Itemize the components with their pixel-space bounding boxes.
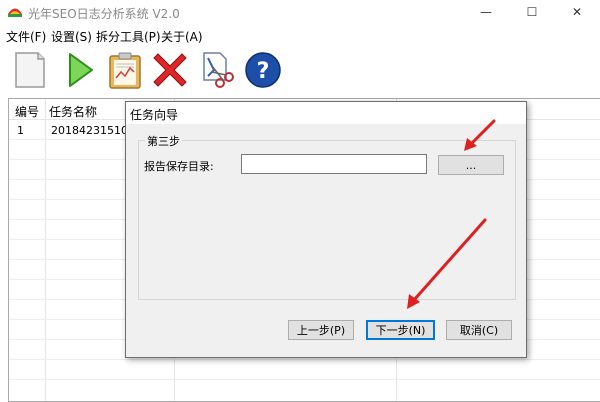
help-icon[interactable]: ? [243,50,283,90]
delete-icon[interactable] [150,50,190,90]
clipboard-report-icon[interactable] [105,50,145,90]
next-step-button[interactable]: 下一步(N) [366,320,435,340]
toolbar: ? [0,46,600,94]
menu-bar: 文件(F) 设置(S) 拆分工具(P) 关于(A) [0,26,600,44]
split-tool-icon[interactable] [196,50,236,90]
step-label: 第三步 [145,133,182,149]
browse-button[interactable]: ... [438,155,504,175]
app-logo-icon [8,8,22,17]
report-dir-input[interactable] [241,154,427,174]
prev-step-button[interactable]: 上一步(P) [288,320,354,340]
dialog-title: 任务向导 [130,108,179,122]
row-divider [9,379,600,380]
menu-file[interactable]: 文件(F) [6,28,46,45]
run-icon[interactable] [60,50,100,90]
column-divider [45,99,46,401]
window-title: 光年SEO日志分析系统 V2.0 [28,7,180,21]
cancel-button[interactable]: 取消(C) [446,320,512,340]
new-file-icon[interactable] [10,50,50,90]
menu-split-tools[interactable]: 拆分工具(P) [96,28,161,45]
column-task-name[interactable]: 任务名称 [49,103,97,120]
minimize-button[interactable]: — [463,0,509,24]
row-id: 1 [17,124,24,137]
dialog-title-bar: 任务向导 [126,102,526,124]
title-bar: 光年SEO日志分析系统 V2.0 — ☐ ✕ [0,0,600,24]
svg-text:?: ? [257,59,270,84]
menu-about[interactable]: 关于(A) [161,28,203,45]
row-divider [9,359,600,360]
close-button[interactable]: ✕ [554,0,600,24]
column-id[interactable]: 编号 [15,103,39,120]
task-wizard-dialog: 任务向导 第三步 报告保存目录: ... 上一步(P) 下一步(N) 取消(C) [125,101,527,358]
report-dir-label: 报告保存目录: [144,160,214,173]
maximize-button[interactable]: ☐ [509,0,555,24]
menu-settings[interactable]: 设置(S) [51,28,92,45]
